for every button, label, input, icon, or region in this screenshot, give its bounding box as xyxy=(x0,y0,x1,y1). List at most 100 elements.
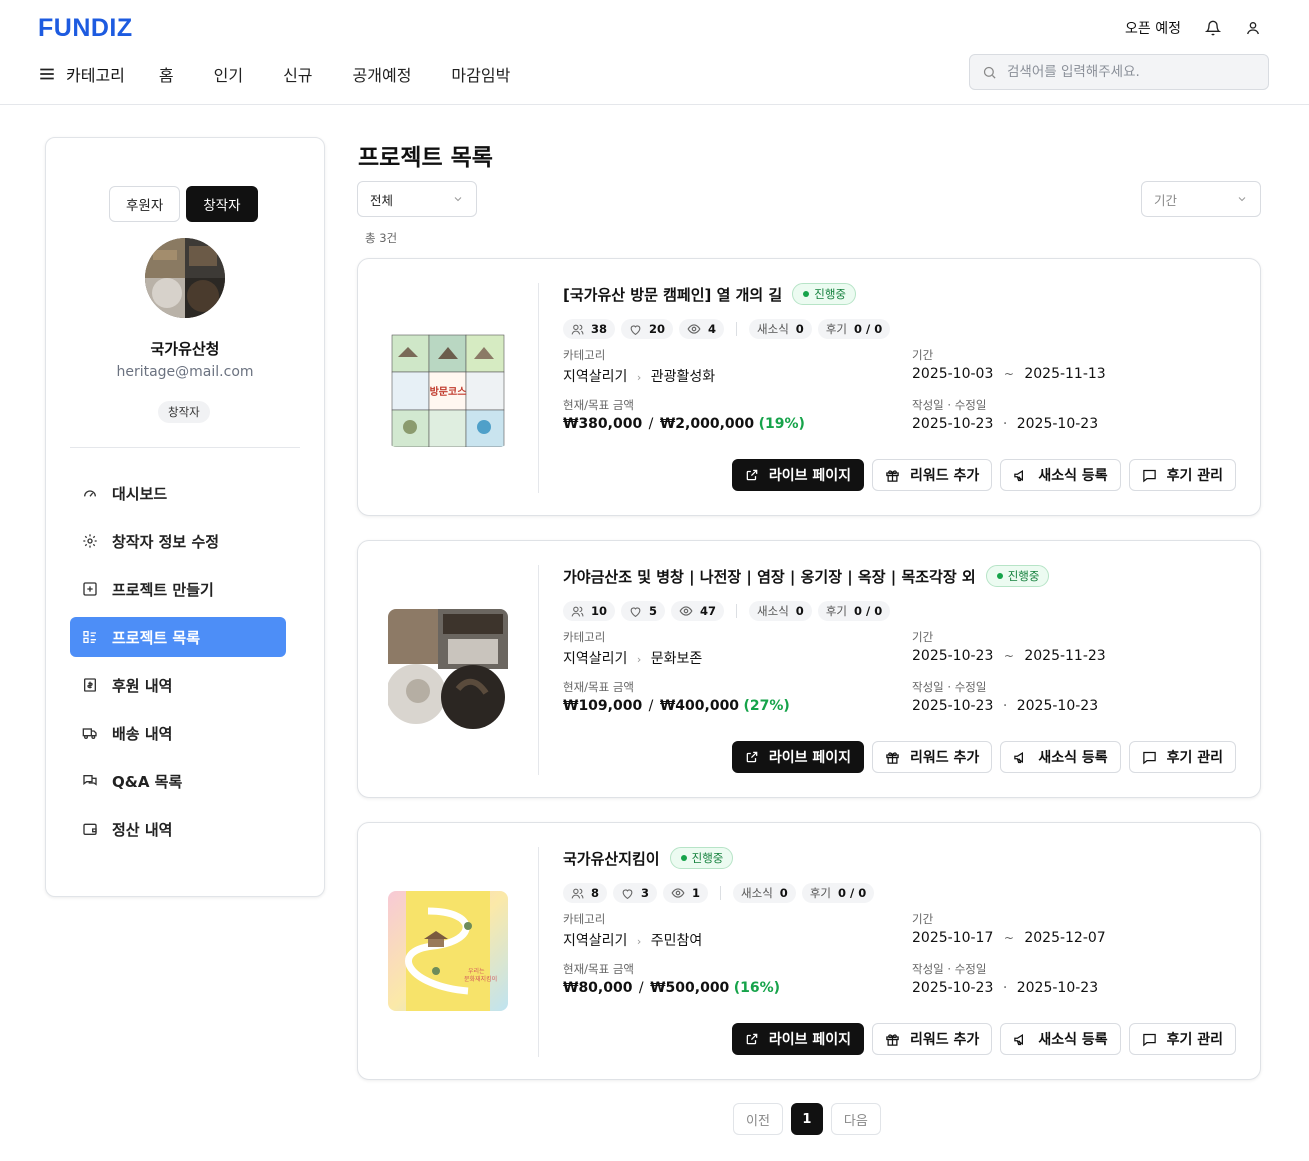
external-link-icon xyxy=(745,1032,759,1046)
category-label: 카테고리 xyxy=(563,630,606,644)
reviews-count: 0 / 0 xyxy=(853,322,883,336)
supporters-stat: 38 xyxy=(563,319,616,339)
dot-separator: · xyxy=(1002,698,1008,714)
supporters-count: 10 xyxy=(591,604,608,618)
slash-separator: / xyxy=(648,416,654,432)
category-label: 카테고리 xyxy=(66,66,125,85)
button-label: 라이브 페이지 xyxy=(768,1032,852,1048)
tilde-separator: ~ xyxy=(1003,367,1014,381)
category-label: 카테고리 xyxy=(563,348,606,362)
live-page-button[interactable]: 라이브 페이지 xyxy=(731,1023,865,1055)
user-icon[interactable] xyxy=(1245,20,1261,36)
creator-role-button[interactable]: 창작자 xyxy=(186,186,258,222)
modified-date: 2025-10-23 xyxy=(1016,416,1099,432)
reviews-stat: 후기 0 / 0 xyxy=(801,883,875,903)
sidebar-item-support-history[interactable]: 후원 내역 xyxy=(70,665,286,705)
views-count: 1 xyxy=(692,886,701,900)
manage-reviews-button[interactable]: 후기 관리 xyxy=(1128,459,1236,491)
search-input[interactable] xyxy=(1007,64,1237,80)
prev-page-button[interactable]: 이전 xyxy=(733,1103,783,1135)
live-page-button[interactable]: 라이브 페이지 xyxy=(731,459,865,491)
add-reward-button[interactable]: 리워드 추가 xyxy=(872,741,993,773)
button-label: 후기 관리 xyxy=(1166,750,1223,766)
sidebar-item-project-list[interactable]: 프로젝트 목록 xyxy=(70,617,286,657)
sidebar-item-create-project[interactable]: 프로젝트 만들기 xyxy=(70,569,286,609)
slash-separator: / xyxy=(638,980,644,996)
post-news-button[interactable]: 새소식 등록 xyxy=(1000,1023,1121,1055)
main-nav: 카테고리 홈 인기 신규 공개예정 마감임박 xyxy=(38,60,550,88)
nav-new[interactable]: 신규 xyxy=(283,62,312,86)
users-icon xyxy=(571,605,584,618)
dot-separator: · xyxy=(1002,416,1008,432)
post-news-button[interactable]: 새소식 등록 xyxy=(1000,741,1121,773)
tilde-separator: ~ xyxy=(1003,649,1014,663)
post-news-button[interactable]: 새소식 등록 xyxy=(1000,459,1121,491)
category-menu-button[interactable]: 카테고리 xyxy=(38,62,125,86)
sidebar-item-label: 창작자 정보 수정 xyxy=(112,532,220,551)
project-title[interactable]: 국가유산지킴이 xyxy=(563,848,660,869)
category-value: 지역살리기 › 관광활성화 xyxy=(563,366,715,386)
add-reward-button[interactable]: 리워드 추가 xyxy=(872,1023,993,1055)
nav-home[interactable]: 홈 xyxy=(159,62,174,86)
supporter-role-button[interactable]: 후원자 xyxy=(109,186,181,222)
modified-date: 2025-10-23 xyxy=(1016,698,1099,714)
button-label: 라이브 페이지 xyxy=(768,750,852,766)
sidebar-item-label: 프로젝트 만들기 xyxy=(112,580,214,599)
likes-stat: 3 xyxy=(613,883,658,903)
news-stat: 새소식 0 xyxy=(733,883,796,903)
header-actions: 오픈 예정 xyxy=(1125,18,1261,38)
period-filter-value: 기간 xyxy=(1154,192,1178,208)
amount-value: ₩80,000 / ₩500,000 (16%) xyxy=(563,980,780,996)
hamburger-icon xyxy=(38,65,56,83)
project-thumbnail[interactable]: 우리는 문화재지킴이 xyxy=(388,891,508,1011)
likes-stat: 20 xyxy=(621,319,674,339)
status-text: 진행중 xyxy=(1007,569,1040,583)
manage-reviews-button[interactable]: 후기 관리 xyxy=(1128,741,1236,773)
next-page-button[interactable]: 다음 xyxy=(830,1103,881,1135)
current-amount: ₩109,000 xyxy=(563,698,643,714)
project-thumbnail[interactable] xyxy=(388,609,508,729)
period-value: 2025-10-03 ~ 2025-11-13 xyxy=(912,366,1106,382)
nav-popular[interactable]: 인기 xyxy=(214,62,243,86)
sidebar-item-settlement-history[interactable]: 정산 내역 xyxy=(70,809,286,849)
amount-value: ₩380,000 / ₩2,000,000 (19%) xyxy=(563,416,805,432)
created-date: 2025-10-23 xyxy=(912,980,994,996)
amount-label: 현재/목표 금액 xyxy=(563,962,635,976)
add-reward-button[interactable]: 리워드 추가 xyxy=(872,459,993,491)
megaphone-icon xyxy=(1013,1032,1028,1047)
sidebar-item-creator-info[interactable]: 창작자 정보 수정 xyxy=(70,521,286,561)
gift-icon xyxy=(885,468,900,483)
bell-icon[interactable] xyxy=(1205,20,1221,36)
project-title[interactable]: 가야금산조 및 병창 | 나전장 | 염장 | 옹기장 | 옥장 | 목조각장 … xyxy=(563,566,976,587)
fundiz-logo[interactable]: FUNDIZ xyxy=(38,14,133,43)
status-filter-select[interactable]: 전체 xyxy=(357,181,477,217)
period-label: 기간 xyxy=(912,348,934,362)
period-filter-select[interactable]: 기간 xyxy=(1141,181,1261,217)
status-text: 진행중 xyxy=(691,851,724,865)
category-value: 지역살리기 › 주민참여 xyxy=(563,930,702,950)
sidebar-item-qna-list[interactable]: Q&A 목록 xyxy=(70,761,286,801)
sidebar-item-delivery-history[interactable]: 배송 내역 xyxy=(70,713,286,753)
period-value: 2025-10-17 ~ 2025-12-07 xyxy=(912,930,1106,946)
project-thumbnail[interactable]: 방문코스 xyxy=(388,327,508,447)
news-stat: 새소식 0 xyxy=(749,319,812,339)
created-date: 2025-10-23 xyxy=(912,416,994,432)
manage-reviews-button[interactable]: 후기 관리 xyxy=(1128,1023,1236,1055)
project-title-row: 가야금산조 및 병창 | 나전장 | 염장 | 옹기장 | 옥장 | 목조각장 … xyxy=(563,565,1050,587)
card-divider xyxy=(538,565,539,775)
chevron-down-icon xyxy=(1236,193,1248,205)
live-page-button[interactable]: 라이브 페이지 xyxy=(731,741,865,773)
category-main: 지역살리기 xyxy=(563,933,628,949)
project-stats: 38 20 4 새소식 0 후기 0 / 0 xyxy=(563,319,891,339)
news-count: 0 xyxy=(795,322,804,336)
nav-closing-soon[interactable]: 마감임박 xyxy=(451,62,510,86)
pagination: 이전 1 다음 xyxy=(733,1103,881,1135)
nav-upcoming[interactable]: 공개예정 xyxy=(353,62,412,86)
sidebar-item-dashboard[interactable]: 대시보드 xyxy=(70,473,286,513)
project-title[interactable]: [국가유산 방문 캠페인] 열 개의 길 xyxy=(563,284,782,305)
open-soon-link[interactable]: 오픈 예정 xyxy=(1125,18,1181,38)
supporters-stat: 10 xyxy=(563,601,616,621)
project-stats: 10 5 47 새소식 0 후기 0 / 0 xyxy=(563,601,891,621)
page-button-current[interactable]: 1 xyxy=(790,1103,823,1135)
likes-stat: 5 xyxy=(621,601,666,621)
